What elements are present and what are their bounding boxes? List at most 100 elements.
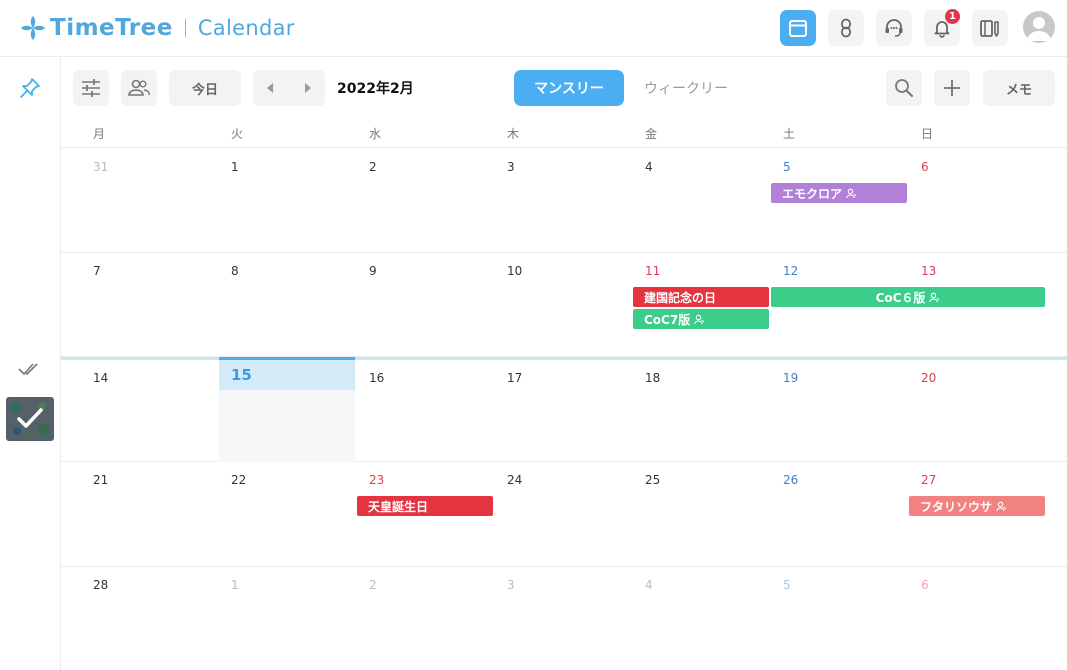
current-month-label: 2022年2月 <box>337 81 414 97</box>
day-cell[interactable]: 6 <box>921 160 929 174</box>
day-cell[interactable]: 22 <box>231 473 246 487</box>
day-cell[interactable]: 2 <box>369 578 377 592</box>
day-cell[interactable]: 8 <box>231 264 239 278</box>
tab-weekly[interactable]: ウィークリー <box>631 70 741 106</box>
day-cell[interactable]: 4 <box>645 160 653 174</box>
today-cell[interactable]: 15 <box>219 357 355 462</box>
day-cell[interactable]: 12 <box>783 264 798 278</box>
day-cell[interactable]: 6 <box>921 578 929 592</box>
event-chip[interactable]: CoC６版 <box>771 287 1045 307</box>
search-icon <box>895 79 913 97</box>
day-cell[interactable]: 1 <box>231 578 239 592</box>
day-cell[interactable]: 13 <box>921 264 936 278</box>
day-cell[interactable]: 25 <box>645 473 660 487</box>
day-cell[interactable]: 7 <box>93 264 101 278</box>
month-grid: 月 火 水 木 金 土 日 31 1 2 3 4 5 6 エモクロア 7 8 9… <box>61 118 1067 670</box>
prev-next-arrows <box>267 83 311 93</box>
day-cell[interactable]: 19 <box>783 371 798 385</box>
shared-person-icon <box>929 292 940 302</box>
day-cell[interactable]: 11 <box>645 264 660 278</box>
pin-icon[interactable] <box>18 76 42 100</box>
headset-icon <box>885 19 903 37</box>
event-chip[interactable]: エモクロア <box>771 183 907 203</box>
week-row-3: 15 14 16 17 18 19 20 <box>61 357 1067 462</box>
filter-button[interactable] <box>73 70 109 106</box>
event-chip[interactable]: CoC7版 <box>633 309 769 329</box>
day-cell[interactable]: 5 <box>783 160 791 174</box>
day-cell[interactable]: 20 <box>921 371 936 385</box>
weekday-mon: 月 <box>93 127 106 141</box>
day-cell[interactable]: 3 <box>507 160 515 174</box>
day-cell[interactable]: 14 <box>93 371 108 385</box>
day-cell[interactable]: 23 <box>369 473 384 487</box>
event-label: CoC６版 <box>875 290 926 305</box>
day-cell[interactable]: 27 <box>921 473 936 487</box>
day-cell[interactable]: 2 <box>369 160 377 174</box>
shared-person-icon <box>846 188 857 198</box>
weekday-sat: 土 <box>783 127 796 141</box>
calendar-view-button[interactable] <box>780 10 816 46</box>
support-button[interactable] <box>876 10 912 46</box>
day-cell[interactable]: 4 <box>645 578 653 592</box>
notification-badge: 1 <box>945 9 960 24</box>
selected-calendar-check-icon <box>11 402 50 438</box>
week-row-1: 31 1 2 3 4 5 6 エモクロア <box>61 149 1067 253</box>
notification-button[interactable]: 1 <box>924 9 960 46</box>
month-nav <box>253 70 325 106</box>
day-cell[interactable]: 9 <box>369 264 377 278</box>
day-cell[interactable]: 16 <box>369 371 384 385</box>
logo-text: TimeTree <box>50 15 173 41</box>
event-chip[interactable]: 天皇誕生日 <box>357 496 493 516</box>
weekday-wed: 水 <box>369 127 382 141</box>
day-cell[interactable]: 24 <box>507 473 522 487</box>
members-button[interactable] <box>121 70 157 106</box>
day-cell[interactable]: 28 <box>93 578 108 592</box>
app-logo[interactable]: TimeTree Calendar <box>20 12 295 44</box>
week-row-5: 28 1 2 3 4 5 6 <box>61 567 1067 670</box>
double-check-icon[interactable] <box>18 358 44 378</box>
user-icon <box>1027 17 1051 41</box>
day-cell[interactable]: 31 <box>93 160 108 174</box>
weekday-fri: 金 <box>645 127 658 141</box>
today-header: 15 <box>219 357 355 390</box>
shared-person-icon <box>996 501 1007 511</box>
link-button[interactable] <box>828 10 864 46</box>
logo-subtitle: Calendar <box>197 16 295 40</box>
timetree-logo-icon <box>21 16 45 40</box>
day-cell[interactable]: 3 <box>507 578 515 592</box>
plus-icon <box>944 80 960 96</box>
link-icon <box>841 18 851 38</box>
event-label: 天皇誕生日 <box>368 499 429 514</box>
weekday-tue: 火 <box>231 127 244 141</box>
day-cell[interactable]: 5 <box>783 578 791 592</box>
week-row-4: 21 22 23 24 25 26 27 天皇誕生日 フタリソウサ <box>61 462 1067 567</box>
sliders-icon <box>82 79 100 97</box>
event-label: エモクロア <box>782 186 843 201</box>
add-event-button[interactable] <box>934 70 970 106</box>
event-chip[interactable]: 建国記念の日 <box>633 287 769 307</box>
next-month-icon[interactable] <box>305 83 311 93</box>
calendar-toolbar: 今日 2022年2月 マンスリー ウィークリー メモ <box>61 58 1067 118</box>
day-cell[interactable]: 10 <box>507 264 522 278</box>
day-cell[interactable]: 1 <box>231 160 239 174</box>
today-button[interactable]: 今日 <box>169 70 241 106</box>
logo-divider <box>184 19 186 37</box>
search-button[interactable] <box>886 70 922 106</box>
prev-month-icon[interactable] <box>267 83 273 93</box>
day-cell[interactable]: 17 <box>507 371 522 385</box>
day-cell[interactable]: 18 <box>645 371 660 385</box>
event-chip[interactable]: フタリソウサ <box>909 496 1045 516</box>
week-row-2: 7 8 9 10 11 12 13 建国記念の日 CoC６版 CoC7版 <box>61 253 1067 357</box>
event-label: 建国記念の日 <box>644 290 717 305</box>
tab-monthly[interactable]: マンスリー <box>514 70 624 106</box>
notebook-pen-icon <box>980 20 999 37</box>
memo-button[interactable]: メモ <box>983 70 1055 106</box>
memo-book-button[interactable] <box>972 10 1008 46</box>
day-cell[interactable]: 21 <box>93 473 108 487</box>
users-icon <box>128 79 150 96</box>
calendar-thumbnail[interactable] <box>6 397 54 441</box>
day-cell[interactable]: 26 <box>783 473 798 487</box>
shared-person-icon <box>694 314 705 324</box>
weekday-header: 月 火 水 木 金 土 日 <box>61 118 1067 148</box>
user-avatar[interactable] <box>1023 11 1055 43</box>
